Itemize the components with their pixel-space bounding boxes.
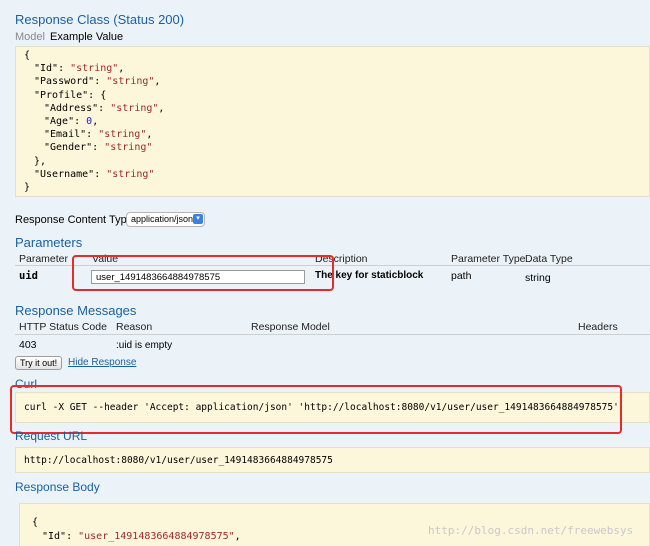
- rm-reason: :uid is empty: [116, 340, 173, 351]
- example-json-token: "string": [98, 129, 147, 141]
- watermark: http://blog.csdn.net/freewebsys: [428, 524, 634, 537]
- example-json-token: ,: [92, 116, 99, 128]
- hide-response-link[interactable]: Hide Response: [68, 357, 136, 368]
- example-json-token: },: [34, 155, 47, 167]
- example-json-token: "Age":: [44, 116, 87, 128]
- example-value-box: {"Id": "string", "Password": "string", "Pr…: [15, 46, 650, 197]
- request-url-text: http://localhost:8080/v1/user/user_14914…: [24, 455, 333, 466]
- param-header-parameter-type: Parameter Type: [451, 253, 526, 265]
- param-header-data-type: Data Type: [525, 253, 573, 265]
- parameters-title: Parameters: [15, 235, 83, 250]
- example-json-token: "Profile": {: [34, 89, 107, 101]
- example-json: {"Id": "string", "Password": "string", "Pr…: [16, 49, 649, 194]
- rm-header-divider: [15, 334, 650, 335]
- example-json-token: ,: [146, 129, 153, 141]
- content-type-label: Response Content Type: [15, 214, 133, 226]
- response-body-line1: {: [32, 517, 39, 528]
- param-data-type: string: [525, 272, 551, 284]
- try-it-out-button[interactable]: Try it out!: [15, 356, 63, 370]
- example-json-line: "Id": "string",: [24, 62, 649, 75]
- example-json-line: "Profile": {: [24, 89, 649, 102]
- rm-header-reason: Reason: [116, 321, 153, 333]
- response-body-line2: "Id": "user_1491483664884978575",: [42, 531, 241, 542]
- rm-status-code: 403: [19, 339, 37, 351]
- example-json-token: "string": [110, 102, 159, 114]
- response-body-title: Response Body: [15, 480, 100, 494]
- example-json-line: "Address": "string",: [24, 102, 649, 115]
- rm-header-status: HTTP Status Code: [19, 321, 107, 333]
- request-url-title: Request URL: [15, 429, 88, 443]
- param-type: path: [451, 270, 472, 282]
- example-json-token: "string": [70, 63, 119, 75]
- example-json-token: "Address":: [44, 102, 111, 114]
- example-json-token: "Id":: [34, 63, 71, 75]
- example-json-line: "Password": "string",: [24, 75, 649, 88]
- example-json-token: ,: [154, 76, 161, 88]
- rm-header-model: Response Model: [251, 321, 330, 333]
- example-json-line: "Age": 0,: [24, 115, 649, 128]
- example-json-token: "Username":: [34, 168, 107, 180]
- param-name-uid: uid: [19, 270, 38, 282]
- example-json-token: "string": [104, 142, 153, 154]
- chevron-down-icon: ▾: [193, 214, 203, 224]
- tab-model[interactable]: Model: [15, 31, 45, 43]
- tab-example-value[interactable]: Example Value: [50, 31, 123, 43]
- example-json-line: "Email": "string",: [24, 128, 649, 141]
- response-body-id-value: "user_1491483664884978575": [78, 531, 235, 542]
- response-body-id-key: "Id":: [42, 531, 79, 542]
- response-body-comma: ,: [234, 531, 241, 542]
- example-json-token: "Gender":: [44, 142, 105, 154]
- example-json-line: {: [24, 49, 649, 62]
- param-header-parameter: Parameter: [19, 253, 69, 265]
- example-json-line: "Gender": "string": [24, 141, 649, 154]
- example-json-token: {: [24, 50, 31, 61]
- request-url-box: http://localhost:8080/v1/user/user_14914…: [15, 447, 650, 473]
- example-json-token: "string": [106, 168, 155, 180]
- example-json-line: "Username": "string": [24, 168, 649, 181]
- example-json-token: "Password":: [34, 76, 107, 88]
- response-messages-title: Response Messages: [15, 303, 137, 318]
- example-json-token: }: [24, 182, 31, 194]
- curl-highlight-box: [10, 385, 622, 434]
- content-type-select[interactable]: application/json ▾: [126, 212, 205, 227]
- example-json-token: ,: [158, 102, 165, 114]
- uid-highlight-box: [72, 255, 334, 291]
- response-class-title: Response Class (Status 200): [15, 12, 185, 27]
- example-json-token: "Email":: [44, 129, 99, 141]
- content-type-value: application/json: [131, 214, 194, 224]
- example-json-token: "string": [106, 76, 155, 88]
- example-json-line: }: [24, 181, 649, 194]
- example-json-token: ,: [118, 63, 125, 75]
- example-json-line: },: [24, 155, 649, 168]
- rm-header-headers: Headers: [578, 321, 618, 333]
